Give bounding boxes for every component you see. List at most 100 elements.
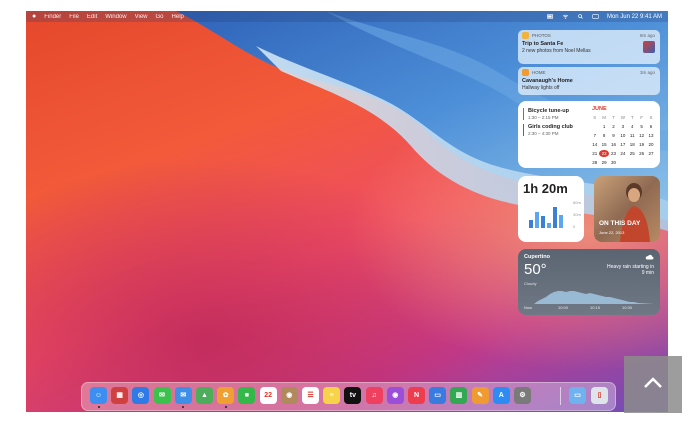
calendar-day[interactable]: 13 (646, 132, 655, 139)
weather-temperature: 50° (524, 261, 547, 278)
notification-body: 2 new photos from Noel Mellas (522, 48, 591, 54)
menu-edit[interactable]: Edit (87, 14, 97, 20)
battery-icon[interactable] (547, 14, 554, 19)
wifi-icon[interactable] (562, 14, 569, 19)
calendar-day[interactable]: 1 (599, 123, 608, 130)
calendar-grid: S M T W T F S 1 2 3 4 5 6 7 8 9 10 11 12 13 14 15 16 17 18 19 20 21… (590, 114, 656, 166)
calendar-day[interactable]: 2 (609, 123, 618, 130)
calendar-day (637, 159, 646, 166)
notification-home[interactable]: HOME 3m ago Cavanaugh's Home Hallway lig… (518, 67, 660, 95)
notification-photos[interactable]: PHOTOS 8m ago Trip to Santa Fe 2 new pho… (518, 30, 660, 64)
calendar-day[interactable]: 3 (618, 123, 627, 130)
calendar-day[interactable]: 11 (628, 132, 637, 139)
music-icon[interactable]: ♫ (365, 387, 383, 404)
menu-bar-clock[interactable]: Mon Jun 22 9:41 AM (607, 14, 662, 20)
running-indicator (182, 406, 185, 408)
menu-file[interactable]: File (69, 14, 79, 20)
calendar-day[interactable]: 14 (590, 141, 599, 148)
calendar-weekday: W (620, 115, 625, 120)
app-store-icon[interactable]: A (492, 387, 510, 404)
calendar-day[interactable]: 18 (628, 141, 637, 148)
calendar-icon[interactable]: 22 (259, 387, 277, 404)
photos-widget[interactable]: ON THIS DAY June 22, 2013 (594, 176, 660, 242)
messages-icon[interactable]: ✉ (153, 387, 171, 404)
screen-time-bar (547, 223, 551, 228)
calendar-event[interactable]: Bicycle tune-up 1:30 – 2:15 PM (523, 108, 569, 120)
calendar-day (628, 159, 637, 166)
calendar-day[interactable]: 15 (599, 141, 608, 148)
calendar-widget[interactable]: Bicycle tune-up 1:30 – 2:15 PM Girls cod… (518, 101, 660, 168)
contacts-icon[interactable]: ◉ (280, 387, 298, 404)
menu-go[interactable]: Go (156, 14, 164, 20)
weather-widget[interactable]: Cupertino 50° Heavy rain starting in 9 m… (518, 249, 660, 315)
dock-divider (560, 387, 561, 405)
podcasts-icon[interactable]: ◉ (386, 387, 404, 404)
mail-icon[interactable]: ✉ (174, 387, 192, 404)
numbers-icon[interactable]: ▥ (450, 387, 468, 404)
photos-icon[interactable]: ✿ (217, 387, 235, 404)
event-title: Bicycle tune-up (528, 108, 569, 114)
menu-view[interactable]: View (135, 14, 148, 20)
news-icon[interactable]: N (408, 387, 425, 404)
weather-time-tick: 10:15 (590, 305, 601, 310)
calendar-day[interactable]: 25 (628, 150, 637, 157)
calendar-weekday: T (630, 115, 634, 120)
cloud-icon (645, 254, 654, 260)
screen-time-axis-label: 0 (573, 224, 576, 229)
menu-finder[interactable]: Finder (44, 14, 61, 20)
notes-icon[interactable]: ≡ (323, 387, 341, 404)
calendar-day[interactable]: 9 (609, 132, 618, 139)
calendar-day[interactable]: 28 (590, 159, 599, 166)
control-center-icon[interactable] (592, 14, 599, 19)
safari-icon[interactable]: ◎ (132, 387, 150, 404)
calendar-day[interactable]: 30 (609, 159, 618, 166)
home-app-icon (522, 69, 529, 76)
calendar-day[interactable]: 10 (618, 132, 627, 139)
notification-app-name: HOME (532, 70, 546, 75)
pages-icon[interactable]: ✎ (471, 387, 489, 404)
calendar-day[interactable]: 23 (609, 150, 618, 157)
screen-time-bar (553, 207, 557, 228)
screen-time-widget[interactable]: 1h 20m 60m 30m 0 (518, 176, 584, 242)
keynote-icon[interactable]: ▭ (429, 387, 447, 404)
calendar-day[interactable]: 26 (637, 150, 646, 157)
running-indicator (224, 406, 227, 408)
calendar-event[interactable]: Girls coding club 2:30 – 4:30 PM (523, 124, 573, 136)
calendar-day[interactable]: 6 (646, 123, 655, 130)
calendar-day[interactable]: 8 (599, 132, 608, 139)
scroll-to-top-button[interactable] (624, 356, 682, 413)
calendar-day[interactable]: 7 (590, 132, 599, 139)
calendar-day[interactable]: 5 (637, 123, 646, 130)
calendar-day[interactable]: 17 (618, 141, 627, 148)
calendar-day[interactable]: 27 (646, 150, 655, 157)
calendar-day[interactable]: 19 (637, 141, 646, 148)
notification-title: Trip to Santa Fe (522, 41, 564, 47)
downloads-folder-icon[interactable]: ▭ (569, 387, 586, 404)
calendar-day[interactable]: 24 (618, 150, 627, 157)
calendar-today[interactable]: 22 (599, 150, 609, 157)
maps-icon[interactable]: ▲ (196, 387, 213, 404)
calendar-day[interactable]: 29 (599, 159, 608, 166)
facetime-icon[interactable]: ■ (238, 387, 256, 404)
running-indicator (97, 406, 100, 408)
calendar-day (618, 159, 627, 166)
tv-icon[interactable]: tv (344, 387, 362, 404)
calendar-day[interactable]: 16 (609, 141, 618, 148)
finder-icon[interactable]: ☺ (90, 387, 107, 404)
weather-time-tick: Now (524, 305, 533, 310)
launchpad-icon[interactable]: ▦ (111, 387, 129, 404)
menu-window[interactable]: Window (105, 14, 126, 20)
apple-menu-icon[interactable]: ● (32, 13, 36, 20)
menu-help[interactable]: Help (172, 14, 184, 20)
trash-icon[interactable]: ▯ (591, 387, 608, 404)
reminders-icon[interactable]: ☰ (302, 387, 319, 404)
weather-time-tick: 10:30 (622, 305, 633, 310)
event-title: Girls coding club (528, 124, 573, 130)
calendar-day[interactable]: 4 (628, 123, 637, 130)
system-preferences-icon[interactable]: ⚙ (514, 387, 531, 404)
calendar-day[interactable]: 12 (637, 132, 646, 139)
spotlight-icon[interactable] (577, 14, 584, 19)
calendar-day[interactable]: 21 (590, 150, 599, 157)
calendar-weekday: S (593, 115, 597, 120)
calendar-day[interactable]: 20 (646, 141, 655, 148)
